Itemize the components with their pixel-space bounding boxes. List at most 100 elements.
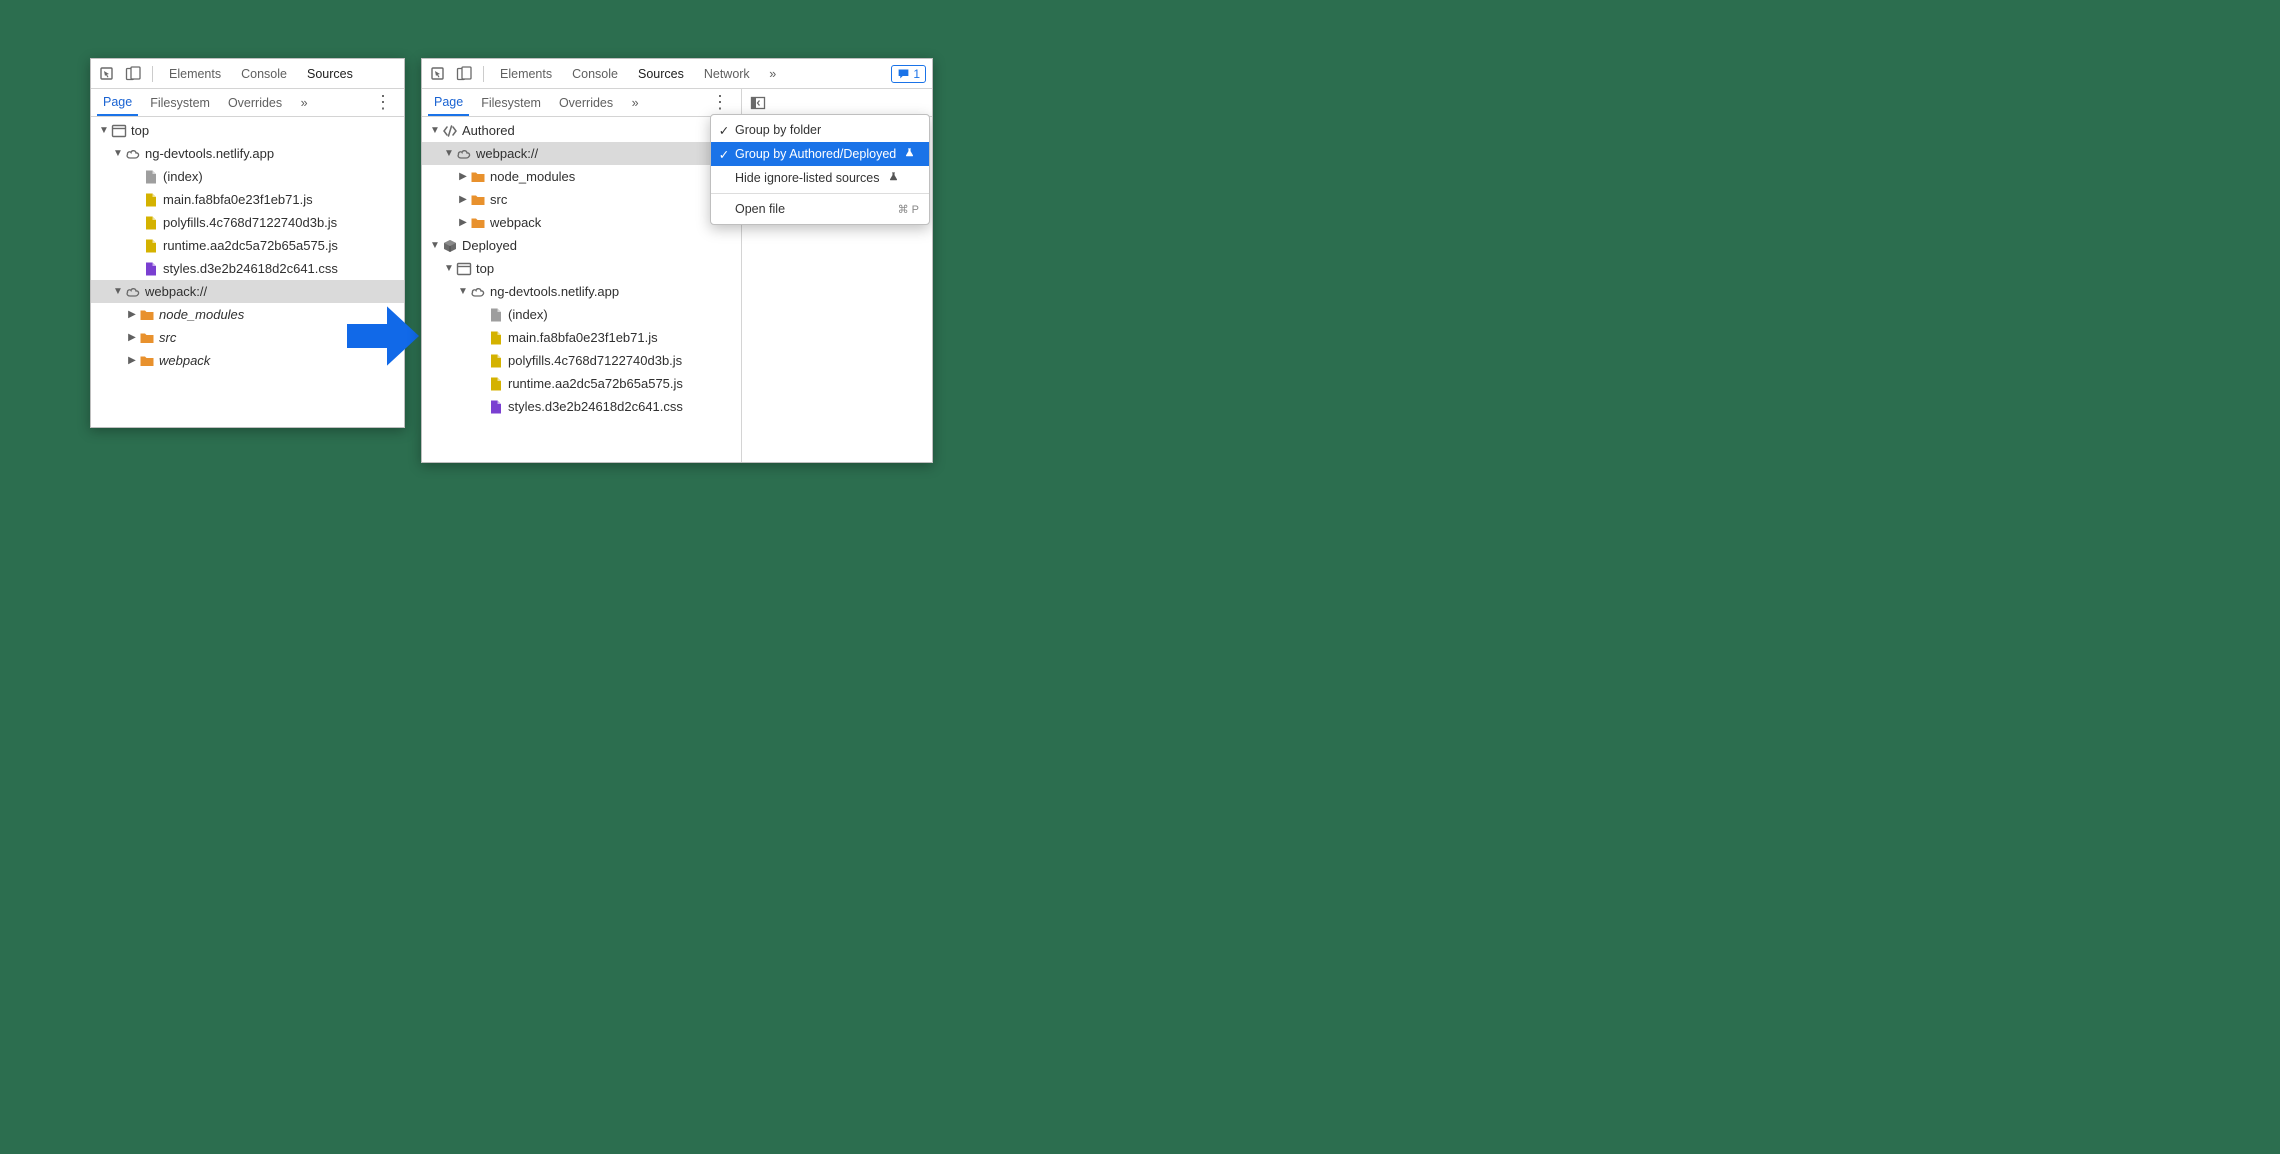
chevron-right-icon: ▶: [127, 309, 137, 320]
tree-row-index[interactable]: (index): [91, 165, 404, 188]
tree-row-styles[interactable]: styles.d3e2b24618d2c641.css: [422, 395, 741, 418]
tree-label: styles.d3e2b24618d2c641.css: [508, 399, 683, 414]
cloud-icon: [456, 146, 472, 162]
flask-icon: [904, 147, 915, 161]
tree-row-top[interactable]: ▼ top: [91, 119, 404, 142]
menu-item-open-file[interactable]: Open file⌘ P: [711, 197, 929, 221]
tree-row-webpack-folder[interactable]: ▶webpack: [422, 211, 741, 234]
chevron-right-icon: ▶: [458, 217, 468, 228]
tab-sources[interactable]: Sources: [631, 59, 691, 88]
menu-item-hide-ignore[interactable]: Hide ignore-listed sources: [711, 166, 929, 190]
cloud-icon: [125, 146, 141, 162]
subtab-page[interactable]: Page: [428, 89, 469, 116]
toggle-navigator-icon[interactable]: [748, 93, 768, 113]
chevron-right-icon: ▶: [458, 194, 468, 205]
css-file-icon: [488, 399, 504, 415]
tree-row-src[interactable]: ▶ src: [422, 188, 741, 211]
kebab-menu-icon[interactable]: ⋮: [368, 92, 398, 113]
divider: [152, 66, 153, 82]
js-file-icon: [143, 192, 159, 208]
frame-icon: [111, 123, 127, 139]
subtab-overrides[interactable]: Overrides: [222, 89, 288, 116]
js-file-icon: [143, 215, 159, 231]
tree-label: runtime.aa2dc5a72b65a575.js: [163, 238, 338, 253]
tree-row-top[interactable]: ▼top: [422, 257, 741, 280]
tab-console[interactable]: Console: [565, 59, 625, 88]
more-tabs-icon[interactable]: »: [294, 93, 314, 113]
tree-row-nodemod[interactable]: ▶node_modules: [422, 165, 741, 188]
js-file-icon: [488, 376, 504, 392]
inspect-icon[interactable]: [428, 64, 448, 84]
tree-label: polyfills.4c768d7122740d3b.js: [163, 215, 337, 230]
device-icon[interactable]: [123, 64, 143, 84]
tree-row-domain[interactable]: ▼ng-devtools.netlify.app: [91, 142, 404, 165]
js-file-icon: [488, 353, 504, 369]
cloud-icon: [125, 284, 141, 300]
menu-item-group-folder[interactable]: ✓ Group by folder: [711, 118, 929, 142]
menu-label: Group by folder: [735, 123, 821, 137]
chevron-right-icon: ▶: [458, 171, 468, 182]
tab-network[interactable]: Network: [697, 59, 757, 88]
chevron-down-icon: ▼: [444, 148, 454, 159]
folder-icon: [139, 353, 155, 369]
folder-icon: [470, 215, 486, 231]
tab-sources[interactable]: Sources: [300, 59, 360, 88]
tree-label: (index): [508, 307, 548, 322]
menu-item-group-authored[interactable]: ✓Group by Authored/Deployed: [711, 142, 929, 166]
tree-group-authored[interactable]: ▼Authored: [422, 119, 741, 142]
tree-label: webpack://: [145, 284, 207, 299]
tree-label: styles.d3e2b24618d2c641.css: [163, 261, 338, 276]
kebab-menu-icon[interactable]: ⋮: [705, 92, 735, 113]
file-tree: ▼Authored ▼ webpack:// ▶node_modules ▶ src…: [422, 117, 741, 462]
check-icon: ✓: [717, 123, 731, 138]
main-tab-bar: Elements Console Sources Network » 1: [422, 59, 932, 89]
arrow-right-icon: [343, 300, 423, 375]
subtab-overrides[interactable]: Overrides: [553, 89, 619, 116]
main-tab-bar: Elements Console Sources: [91, 59, 404, 89]
tree-row-polyfills[interactable]: polyfills.4c768d7122740d3b.js: [91, 211, 404, 234]
tree-row-index[interactable]: (index): [422, 303, 741, 326]
folder-icon: [139, 330, 155, 346]
tab-elements[interactable]: Elements: [493, 59, 559, 88]
device-icon[interactable]: [454, 64, 474, 84]
subtab-filesystem[interactable]: Filesystem: [144, 89, 216, 116]
tree-row-domain[interactable]: ▼ng-devtools.netlify.app: [422, 280, 741, 303]
tree-row-runtime[interactable]: runtime.aa2dc5a72b65a575.js: [91, 234, 404, 257]
tree-label: Deployed: [462, 238, 517, 253]
folder-icon: [470, 169, 486, 185]
subtab-filesystem[interactable]: Filesystem: [475, 89, 547, 116]
tree-row-polyfills[interactable]: polyfills.4c768d7122740d3b.js: [422, 349, 741, 372]
tree-label: main.fa8bfa0e23f1eb71.js: [163, 192, 313, 207]
tree-label: main.fa8bfa0e23f1eb71.js: [508, 330, 658, 345]
subtab-page[interactable]: Page: [97, 89, 138, 116]
chevron-down-icon: ▼: [99, 125, 109, 136]
tree-group-deployed[interactable]: ▼ Deployed: [422, 234, 741, 257]
tree-label: (index): [163, 169, 203, 184]
tree-label: runtime.aa2dc5a72b65a575.js: [508, 376, 683, 391]
frame-icon: [456, 261, 472, 277]
chevron-down-icon: ▼: [430, 240, 440, 251]
more-tabs-icon[interactable]: »: [763, 64, 783, 84]
tree-label: node_modules: [159, 307, 244, 322]
editor-toolbar: [742, 89, 932, 117]
tab-console[interactable]: Console: [234, 59, 294, 88]
messages-badge[interactable]: 1: [891, 65, 926, 83]
file-tree: ▼ top ▼ng-devtools.netlify.app (index) ma…: [91, 117, 404, 427]
tree-row-runtime[interactable]: runtime.aa2dc5a72b65a575.js: [422, 372, 741, 395]
folder-icon: [470, 192, 486, 208]
tree-row-mainjs[interactable]: main.fa8bfa0e23f1eb71.js: [422, 326, 741, 349]
tree-row-webpack[interactable]: ▼ webpack://: [422, 142, 741, 165]
tab-elements[interactable]: Elements: [162, 59, 228, 88]
chevron-down-icon: ▼: [113, 148, 123, 159]
tree-row-styles[interactable]: styles.d3e2b24618d2c641.css: [91, 257, 404, 280]
tree-label: top: [131, 123, 149, 138]
menu-label: Group by Authored/Deployed: [735, 147, 896, 161]
inspect-icon[interactable]: [97, 64, 117, 84]
cloud-icon: [470, 284, 486, 300]
tree-label: src: [490, 192, 507, 207]
code-icon: [442, 123, 458, 139]
tree-row-mainjs[interactable]: main.fa8bfa0e23f1eb71.js: [91, 188, 404, 211]
chevron-down-icon: ▼: [444, 263, 454, 274]
more-tabs-icon[interactable]: »: [625, 93, 645, 113]
tree-label: webpack://: [476, 146, 538, 161]
